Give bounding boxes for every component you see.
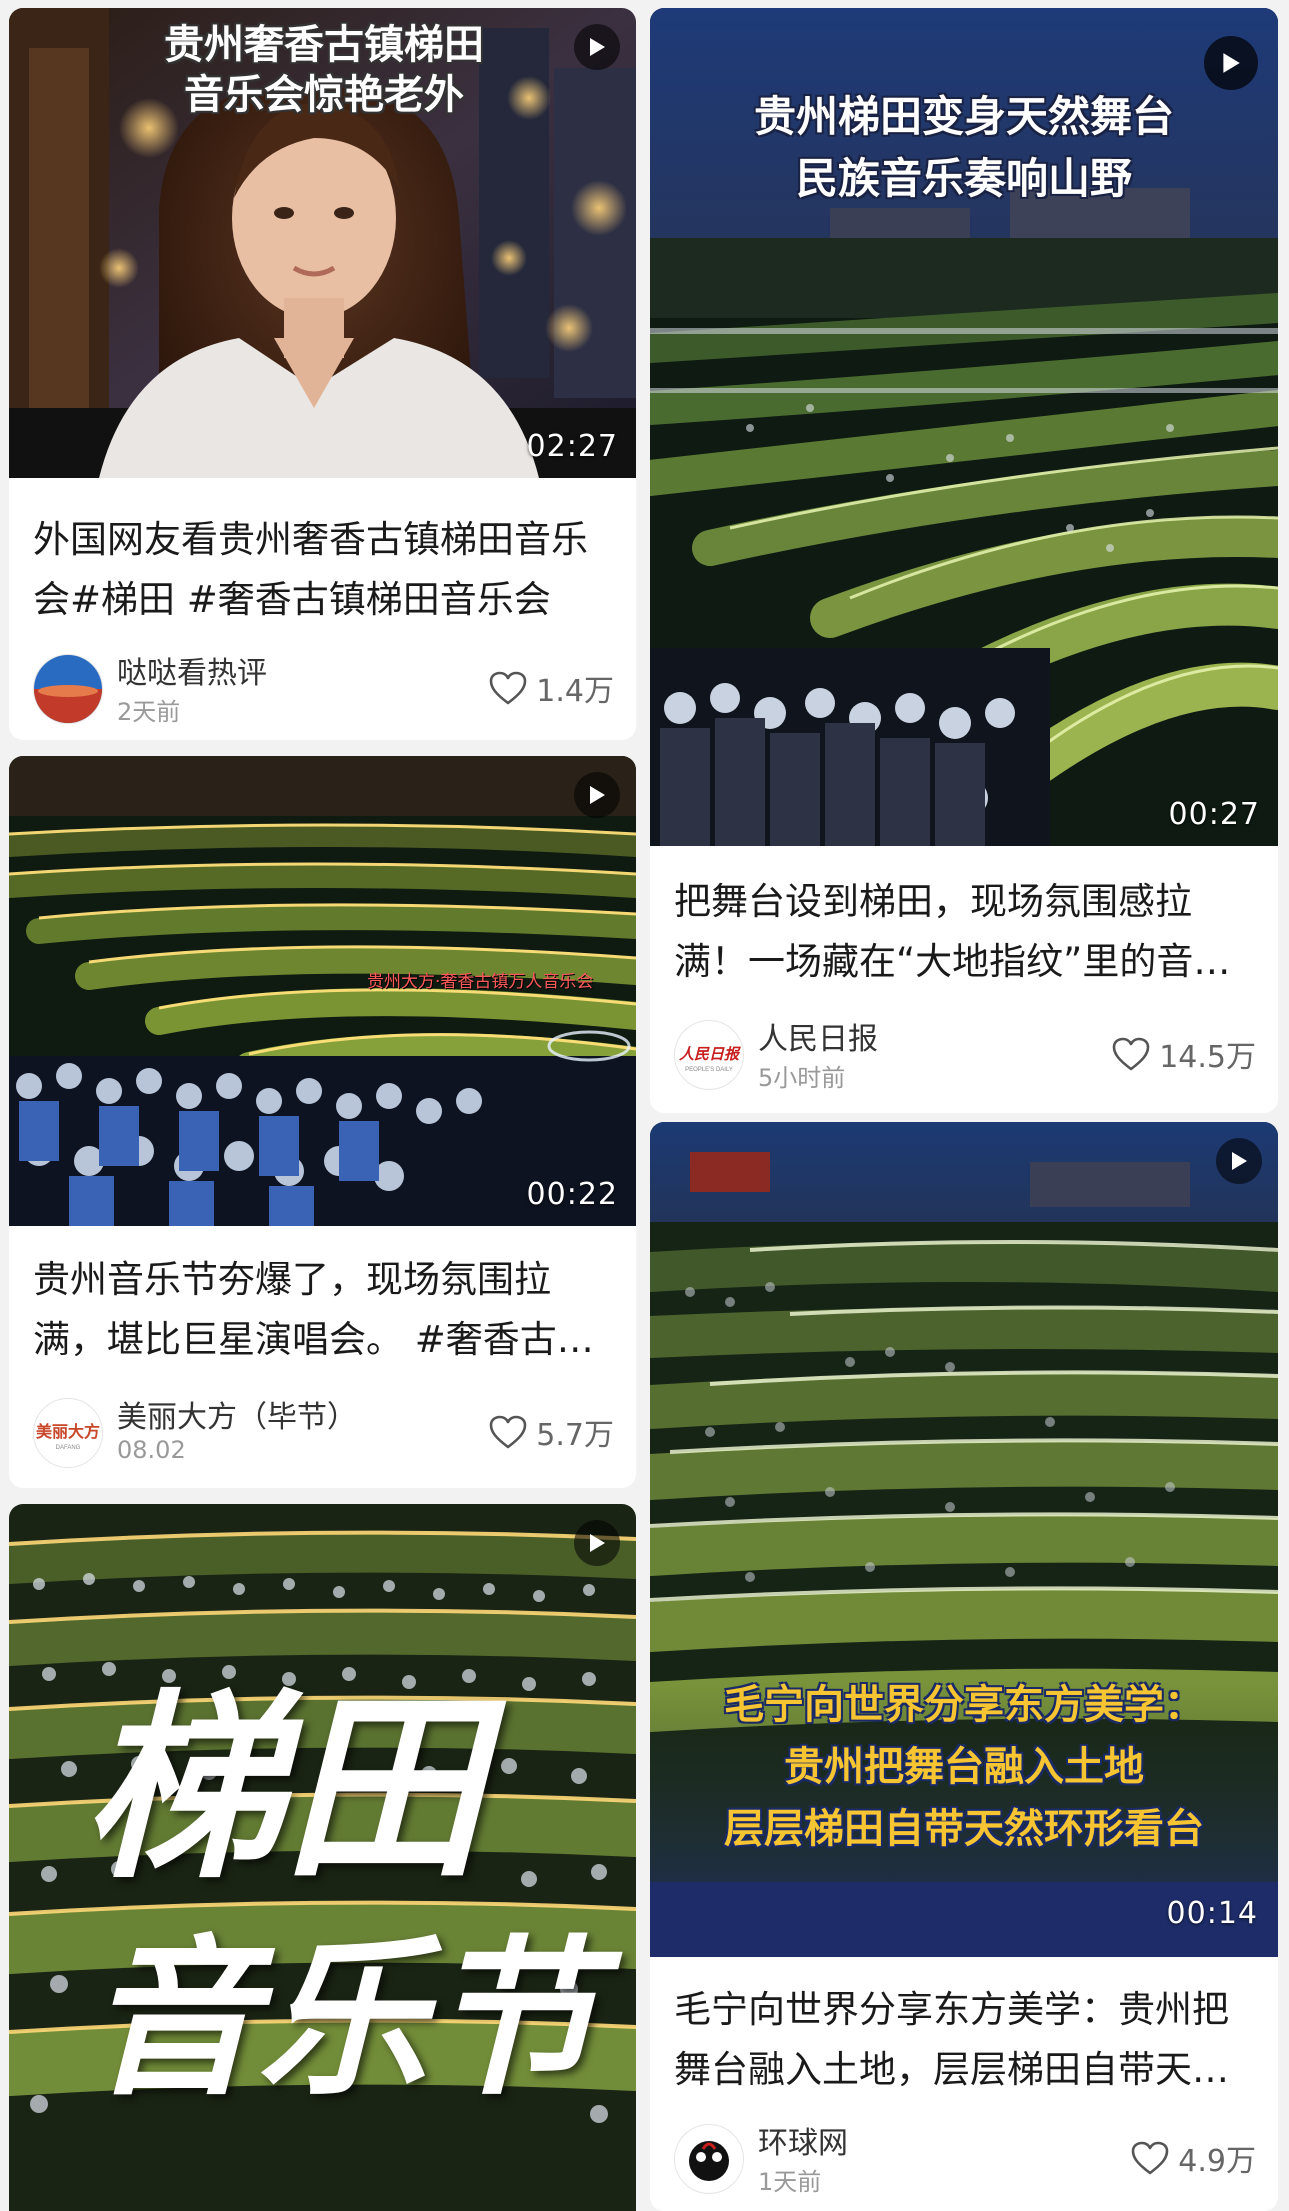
like-button[interactable]: 5.7万	[488, 1410, 614, 1454]
video-card-3[interactable]: 贵州大方·奢香古镇万人音乐会 00:22 贵州音乐节夯爆了，现场氛围拉满，堪比巨…	[9, 756, 636, 1488]
like-button[interactable]: 1.4万	[488, 666, 614, 710]
post-time: 1天前	[758, 2168, 822, 2196]
play-icon[interactable]	[1216, 1138, 1262, 1184]
post-time: 5小时前	[758, 1064, 846, 1092]
heart-icon	[488, 670, 528, 706]
thumbnail-overlay-text: 梯田 音乐节	[82, 1671, 598, 2120]
svg-text:DAFANG: DAFANG	[56, 1445, 81, 1451]
like-button[interactable]: 4.9万	[1130, 2136, 1256, 2180]
thumbnail-overlay-text: 贵州奢香古镇梯田 音乐会惊艳老外	[164, 22, 484, 118]
post-time: 08.02	[117, 1436, 186, 1464]
video-title[interactable]: 毛宁向世界分享东方美学：贵州把舞台融入土地，层层梯田自带天然环形看台	[674, 1980, 1254, 2100]
video-title[interactable]: 把舞台设到梯田，现场氛围感拉满！一场藏在“大地指纹”里的音乐会	[674, 872, 1254, 992]
svg-text:PEOPLE'S DAILY: PEOPLE'S DAILY	[685, 1067, 733, 1073]
video-duration: 02:27	[526, 429, 618, 464]
video-thumbnail[interactable]: 梯田 音乐节	[9, 1504, 636, 2211]
thumbnail-overlay-text: 贵州大方·奢香古镇万人音乐会	[367, 972, 594, 992]
avatar[interactable]: 人民日报 PEOPLE'S DAILY	[674, 1020, 744, 1090]
video-duration: 00:14	[1166, 1896, 1258, 1931]
video-meta: 环球网 1天前 4.9万	[674, 2118, 1256, 2196]
author-name[interactable]: 人民日报	[758, 1014, 878, 1058]
thumbnail-overlay-text: 贵州梯田变身天然舞台 民族音乐奏响山野	[753, 92, 1174, 203]
play-icon[interactable]	[574, 24, 620, 70]
play-icon[interactable]	[1204, 36, 1258, 90]
video-card-2[interactable]: 贵州梯田变身天然舞台 民族音乐奏响山野 00:27 把舞台设到梯田，现场氛围感拉…	[650, 8, 1278, 1113]
avatar[interactable]	[33, 654, 103, 724]
avatar[interactable]: 美丽大方 DAFANG	[33, 1398, 103, 1468]
video-thumbnail[interactable]: 贵州梯田变身天然舞台 民族音乐奏响山野 00:27	[650, 8, 1278, 846]
author-name[interactable]: 环球网	[758, 2118, 848, 2162]
heart-icon	[1130, 2140, 1170, 2176]
play-icon[interactable]	[574, 772, 620, 818]
video-thumbnail[interactable]: 贵州大方·奢香古镇万人音乐会 00:22	[9, 756, 636, 1226]
video-duration: 00:27	[1168, 797, 1260, 832]
like-count: 5.7万	[536, 1418, 614, 1453]
like-count: 1.4万	[536, 674, 614, 709]
heart-icon	[488, 1414, 528, 1450]
video-card-4[interactable]: 毛宁向世界分享东方美学： 贵州把舞台融入土地 层层梯田自带天然环形看台 00:1…	[650, 1122, 1278, 2211]
video-title[interactable]: 外国网友看贵州奢香古镇梯田音乐会#梯田 #奢香古镇梯田音乐会	[33, 510, 612, 630]
video-title[interactable]: 贵州音乐节夯爆了，现场氛围拉满，堪比巨星演唱会。 #奢香古镇梯田音乐会	[33, 1250, 612, 1370]
video-meta: 哒哒看热评 2天前 1.4万	[33, 648, 614, 726]
author-name[interactable]: 美丽大方（毕节）	[117, 1392, 357, 1436]
svg-text:人民日报: 人民日报	[679, 1046, 741, 1063]
video-duration: 00:22	[526, 1177, 618, 1212]
video-card-5[interactable]: 梯田 音乐节	[9, 1504, 636, 2211]
like-button[interactable]: 14.5万	[1111, 1032, 1256, 1076]
play-icon[interactable]	[574, 1520, 620, 1566]
thumbnail-overlay-text: 毛宁向世界分享东方美学： 贵州把舞台融入土地 层层梯田自带天然环形看台	[724, 1682, 1204, 1852]
avatar[interactable]	[674, 2124, 744, 2194]
heart-icon	[1111, 1036, 1151, 1072]
author-name[interactable]: 哒哒看热评	[117, 648, 267, 692]
svg-text:美丽大方: 美丽大方	[36, 1422, 100, 1441]
video-meta: 美丽大方 DAFANG 美丽大方（毕节） 08.02 5.7万	[33, 1392, 614, 1468]
video-meta: 人民日报 PEOPLE'S DAILY 人民日报 5小时前 14.5万	[674, 1014, 1256, 1092]
video-thumbnail[interactable]: 毛宁向世界分享东方美学： 贵州把舞台融入土地 层层梯田自带天然环形看台 00:1…	[650, 1122, 1278, 1957]
like-count: 14.5万	[1159, 1040, 1256, 1075]
video-card-1[interactable]: 贵州奢香古镇梯田 音乐会惊艳老外 02:27 外国网友看贵州奢香古镇梯田音乐会#…	[9, 8, 636, 740]
post-time: 2天前	[117, 698, 181, 726]
like-count: 4.9万	[1178, 2144, 1256, 2179]
video-thumbnail[interactable]: 贵州奢香古镇梯田 音乐会惊艳老外 02:27	[9, 8, 636, 478]
